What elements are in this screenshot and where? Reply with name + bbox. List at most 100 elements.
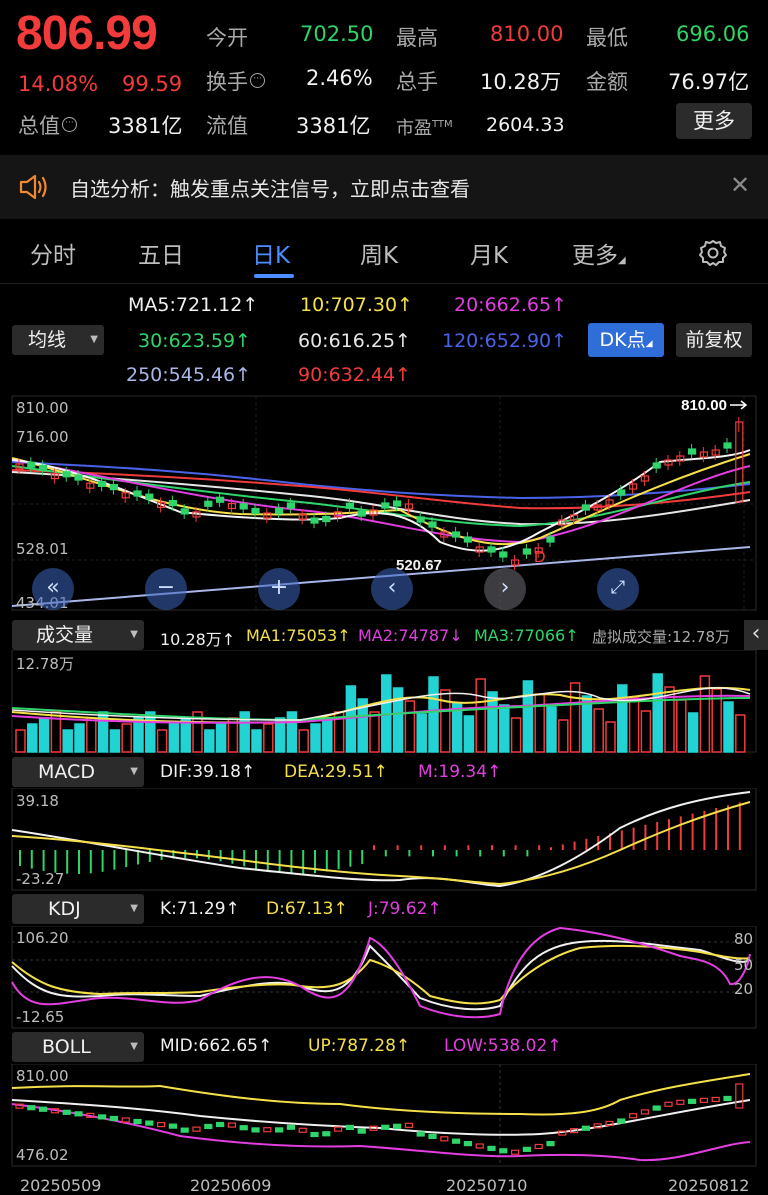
candle: [581, 504, 591, 511]
boll-selector[interactable]: BOLL ▼: [12, 1032, 144, 1062]
kdj-selector[interactable]: KDJ ▼: [12, 894, 144, 924]
boll-chart[interactable]: [0, 1064, 768, 1168]
candle: [487, 546, 496, 553]
candle: [546, 536, 555, 543]
turnover-label[interactable]: 换手 ···: [206, 66, 265, 96]
boll-candle: [204, 1123, 213, 1130]
pe-label: 市盈TTM: [396, 118, 453, 139]
tab-daily-k[interactable]: 日K: [252, 236, 290, 270]
volume-value: 10.28万↑: [160, 630, 236, 649]
volume-bar: [15, 729, 26, 753]
adjust-mode-button[interactable]: 前复权: [676, 323, 752, 357]
tab-weekly-k[interactable]: 周K: [360, 236, 398, 270]
tab-monthly-k[interactable]: 月K: [470, 236, 508, 270]
boll-candle: [581, 1125, 591, 1131]
candle: [499, 551, 508, 558]
more-button[interactable]: 更多: [676, 103, 752, 139]
candle: [216, 496, 225, 503]
volume-selector[interactable]: 成交量 ▼: [12, 620, 144, 650]
boll-candle: [251, 1127, 260, 1133]
kdj-chart[interactable]: [0, 926, 768, 1030]
tab-more[interactable]: 更多◢: [572, 236, 626, 270]
kdj-j: J:79.62↑: [368, 899, 442, 919]
candle: [27, 461, 36, 468]
close-icon[interactable]: ✕: [730, 171, 750, 199]
mktcap-label[interactable]: 总值 ···: [18, 110, 77, 140]
boll-ymin: 476.02: [16, 1146, 69, 1164]
boll-candle: [180, 1127, 189, 1133]
ma60-value: 60:616.25↑: [298, 330, 411, 352]
low-value: 696.06: [676, 22, 750, 46]
dk-point-button[interactable]: DK点◢: [588, 323, 664, 357]
candle: [38, 464, 48, 472]
boll-mid: MID:662.65↑: [160, 1036, 273, 1056]
pe-value: 2604.33: [486, 114, 565, 136]
amount-value: 76.97亿: [668, 70, 750, 94]
boll-candle: [499, 1148, 508, 1154]
open-value: 702.50: [300, 22, 374, 46]
volume-bar: [298, 729, 309, 753]
volume-bar: [322, 717, 333, 753]
macd-ymin: -23.27: [16, 870, 65, 888]
tab-five-day[interactable]: 五日: [138, 236, 184, 270]
ma90-value: 90:632.44↑: [298, 364, 411, 386]
gear-icon[interactable]: [698, 238, 728, 268]
volume-bar: [62, 729, 73, 753]
boll-candle: [628, 1113, 638, 1119]
volume-bar: [86, 717, 97, 753]
date-label-3: 20250710: [446, 1176, 528, 1195]
macd-chart[interactable]: [0, 788, 768, 892]
signal-banner[interactable]: 自选分析：触发重点关注信号，立即点击查看 ✕: [0, 155, 768, 219]
zoom-out-icon[interactable]: −: [145, 568, 187, 610]
boll-candle: [381, 1124, 390, 1130]
candle: [735, 421, 744, 503]
volume-chart[interactable]: [0, 650, 768, 754]
candle: [62, 471, 71, 478]
zoom-in-icon[interactable]: +: [258, 568, 300, 610]
open-label: 今开: [206, 26, 248, 50]
boll-candle: [534, 1143, 543, 1150]
ma20-value: 20:662.65↑: [454, 294, 567, 316]
scroll-left-icon[interactable]: ‹: [371, 568, 413, 610]
fast-back-icon[interactable]: «: [32, 568, 74, 610]
last-price: 806.99: [16, 7, 158, 60]
high-price-marker: 810.00: [681, 397, 727, 414]
candle: [723, 442, 732, 449]
candle: [357, 510, 366, 517]
volume-bar: [74, 723, 85, 753]
boll-candle: [145, 1120, 154, 1126]
caret-down-icon: ▼: [130, 903, 138, 914]
volume-bar: [440, 689, 451, 753]
macd-selector[interactable]: MACD ▼: [12, 757, 144, 787]
collapse-chevron-icon[interactable]: ‹: [744, 620, 768, 650]
volume-bar: [593, 708, 604, 753]
high-value: 810.00: [490, 22, 564, 46]
candle: [522, 548, 532, 555]
tab-timeshare[interactable]: 分时: [30, 236, 76, 270]
boll-ymax: 810.00: [16, 1067, 69, 1085]
boll-candle: [475, 1143, 484, 1149]
boll-candle: [133, 1118, 142, 1125]
float-value: 3381亿: [296, 114, 371, 138]
ma-selector[interactable]: 均线 ▼: [12, 325, 104, 355]
volume-bar: [156, 729, 168, 753]
boll-candle: [617, 1118, 626, 1124]
kline-ymax: 810.00: [16, 399, 69, 417]
date-label-1: 20250509: [20, 1176, 102, 1195]
candle: [463, 536, 472, 543]
fullscreen-icon[interactable]: ⤢: [597, 568, 639, 610]
scroll-right-icon[interactable]: ›: [484, 568, 526, 610]
macd-dif: DIF:39.18↑: [160, 762, 256, 782]
volume-bar: [735, 714, 746, 753]
boll-candle: [511, 1149, 520, 1155]
kdj-k: K:71.29↑: [160, 899, 240, 919]
boll-candle: [428, 1133, 437, 1140]
volume-bar: [617, 684, 628, 753]
volume-bar: [369, 711, 380, 753]
info-icon: ···: [250, 73, 265, 88]
boll-candle: [227, 1122, 236, 1128]
volume-bar: [215, 723, 227, 753]
candle: [239, 503, 248, 510]
vol-ma2: MA2:74787↓: [358, 626, 463, 645]
boll-candle: [74, 1111, 83, 1117]
